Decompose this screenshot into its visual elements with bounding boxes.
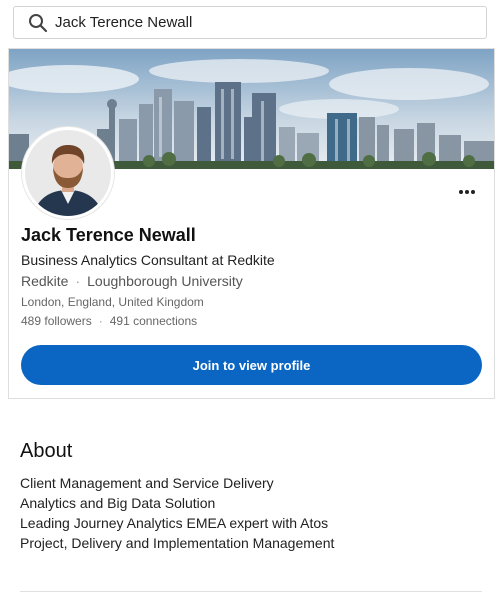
more-options-icon[interactable] [458,181,480,197]
profile-stats: 489 followers · 491 connections [21,314,197,328]
company-school-line: Redkite · Loughborough University [21,273,243,289]
profile-name: Jack Terence Newall [21,225,196,245]
profile-location: London, England, United Kingdom [21,295,204,309]
profile-headline: Business Analytics Consultant at Redkite [21,252,275,268]
separator-dot: · [98,314,103,328]
join-to-view-profile-button[interactable]: Join to view profile [21,345,482,385]
connections-count: 491 connections [109,314,198,328]
about-line: Client Management and Service Delivery [20,475,274,491]
about-line: Leading Journey Analytics EMEA expert wi… [20,515,329,531]
search-input[interactable]: Jack Terence Newall [55,7,192,38]
about-line: Project, Delivery and Implementation Man… [20,535,335,551]
followers-count: 489 followers [21,314,92,328]
separator-dot: · [75,273,81,289]
avatar[interactable] [22,127,114,219]
company-link[interactable]: Redkite [21,273,68,289]
section-divider [20,591,482,592]
profile-card: Jack Terence Newall Business Analytics C… [8,48,495,399]
search-bar[interactable]: Jack Terence Newall [13,6,487,39]
about-list: Client Management and Service Delivery A… [20,473,334,553]
school-link[interactable]: Loughborough University [87,273,243,289]
search-icon [28,13,48,33]
about-heading: About [20,440,73,462]
about-line: Analytics and Big Data Solution [20,495,216,511]
